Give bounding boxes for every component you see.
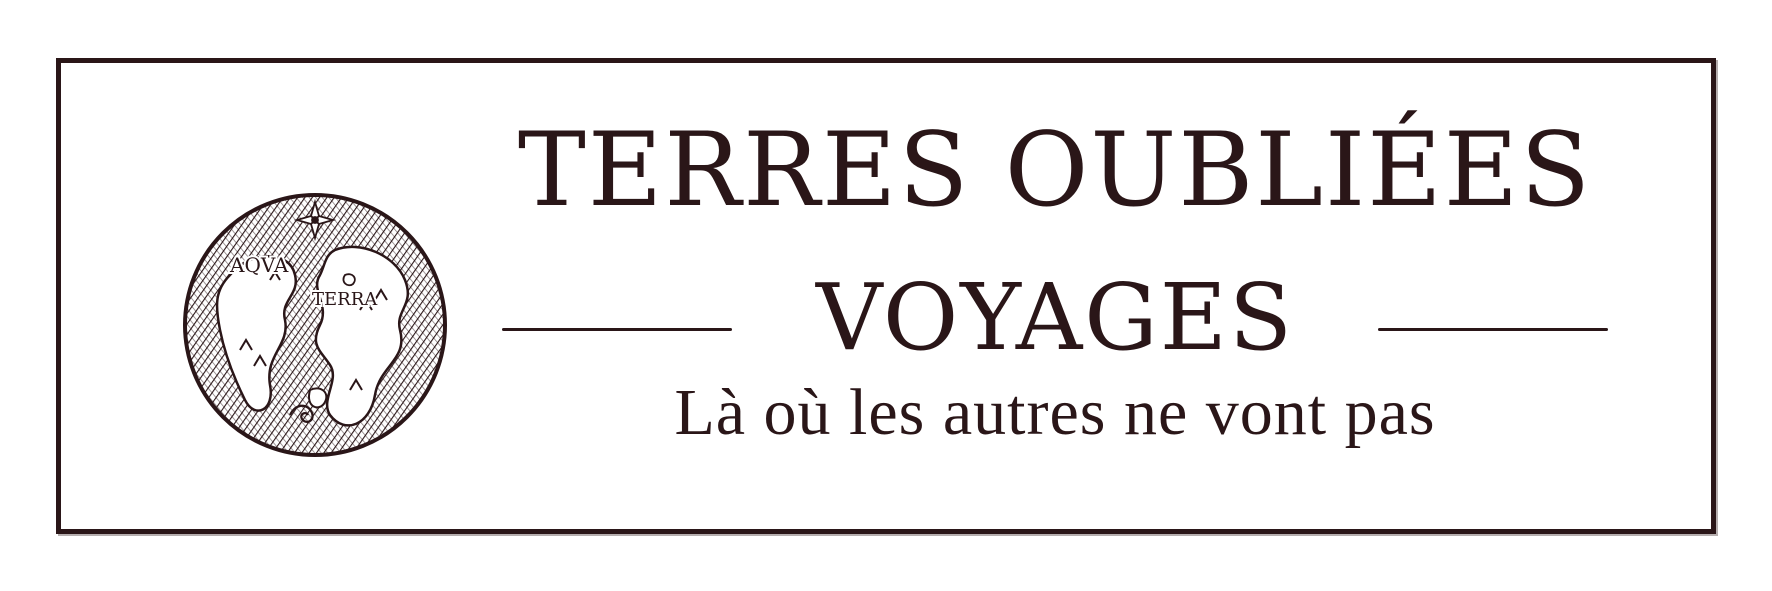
brand-subtitle: VOYAGES: [816, 264, 1294, 371]
subtitle-row: VOYAGES: [490, 262, 1620, 371]
decorative-rule-right: [1378, 328, 1608, 331]
brand-title: TERRES OUBLIÉES: [517, 111, 1593, 230]
brand-tagline: Là où les autres ne vont pas: [674, 376, 1436, 449]
island: [308, 387, 328, 409]
globe-label-land: TERRA: [312, 289, 378, 310]
globe-label-sea: AQVA: [229, 253, 289, 277]
island: [342, 273, 356, 287]
engraved-globe-icon: AQVA TERRA: [183, 193, 447, 457]
